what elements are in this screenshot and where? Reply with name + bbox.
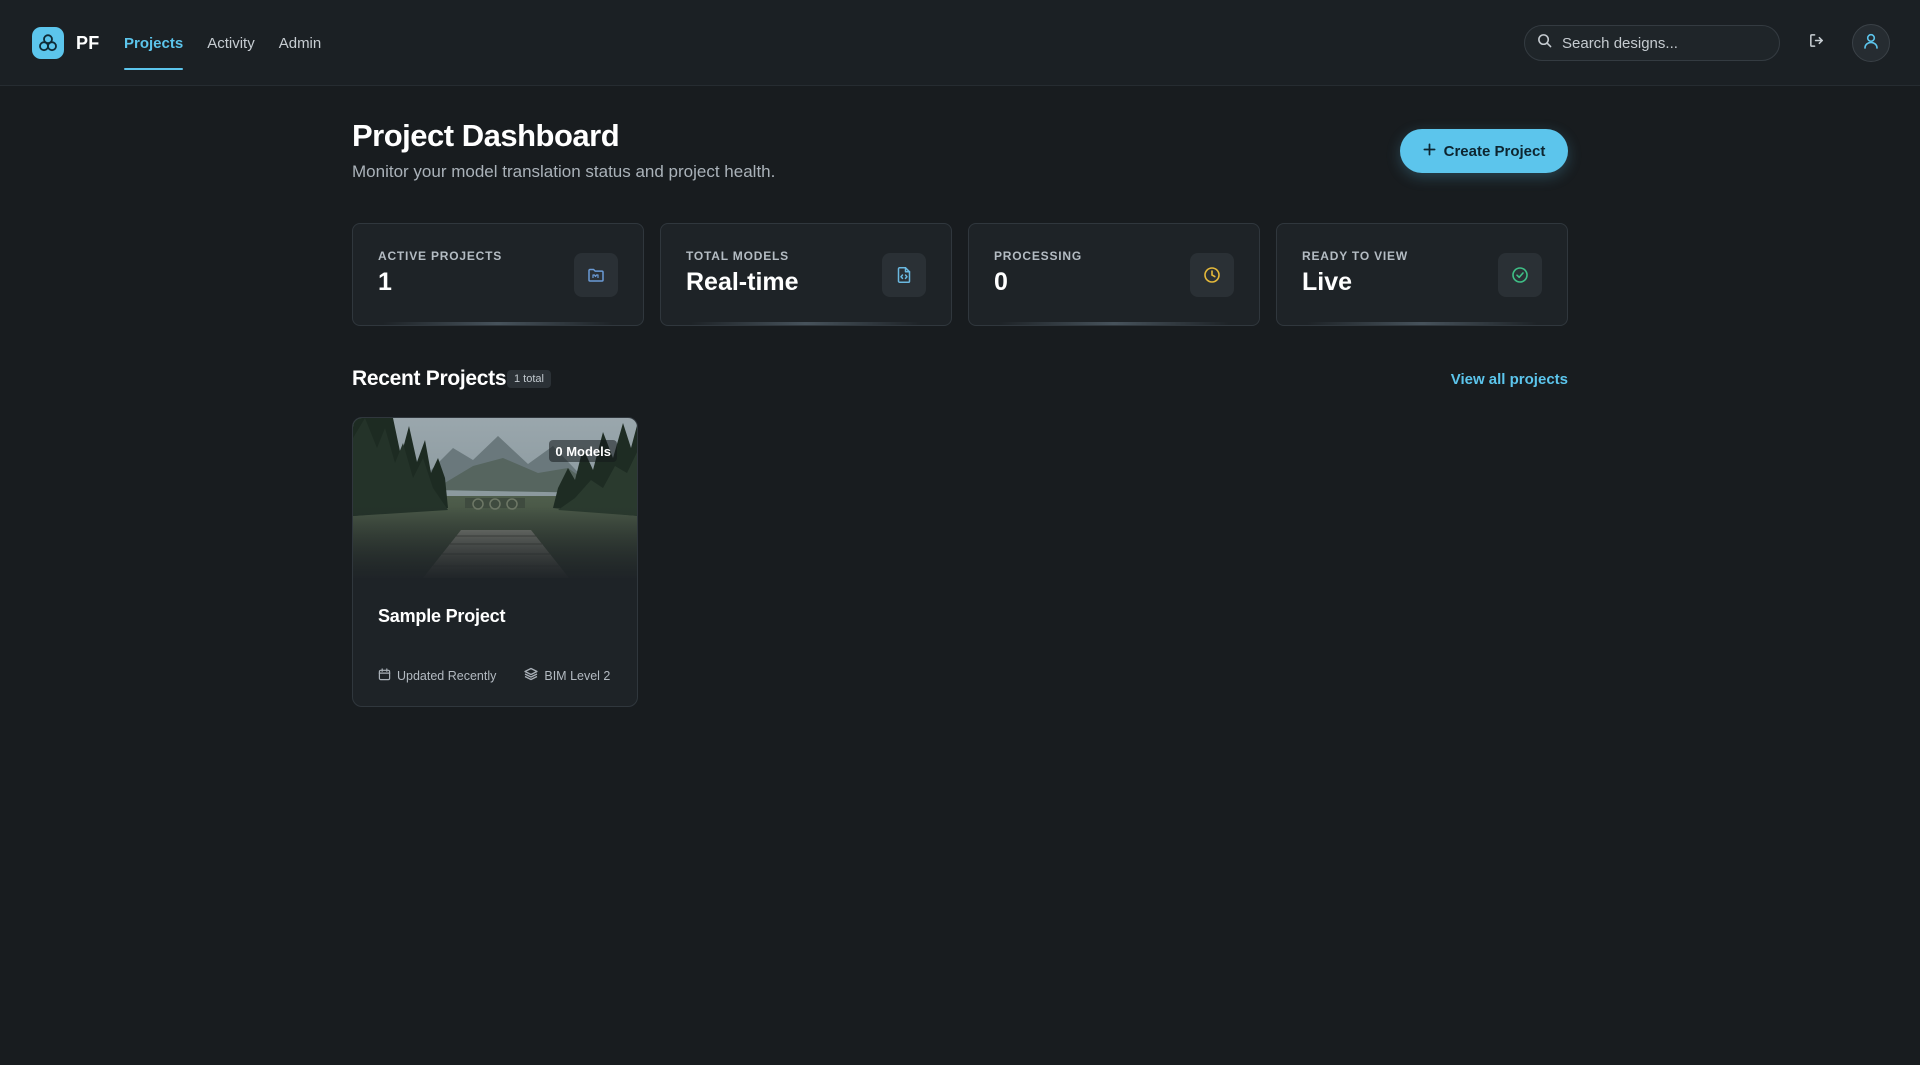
logout-button[interactable] <box>1800 25 1832 61</box>
three-circles-logo-icon <box>32 27 64 59</box>
stat-card-active-projects: ACTIVE PROJECTS 1 <box>352 223 644 326</box>
models-count-badge: 0 Models <box>549 440 617 462</box>
main-nav-tabs: Projects Activity Admin <box>124 0 321 86</box>
stat-card-total-models: TOTAL MODELS Real-time <box>660 223 952 326</box>
stat-value: Live <box>1302 268 1353 296</box>
folder-icon <box>574 253 618 297</box>
search-icon <box>1537 33 1552 53</box>
updated-meta: Updated Recently <box>378 667 496 684</box>
project-name: Sample Project <box>378 606 506 626</box>
stat-value: Real-time <box>686 268 799 296</box>
check-circle-icon <box>1498 253 1542 297</box>
stat-accent-bar <box>383 322 613 325</box>
calendar-icon <box>378 667 391 684</box>
updated-label: Updated Recently <box>397 668 497 683</box>
clock-icon <box>1190 253 1234 297</box>
tab-projects[interactable]: Projects <box>124 0 184 86</box>
stat-label: TOTAL MODELS <box>686 249 789 263</box>
page-title: Project Dashboard <box>352 118 620 153</box>
tab-admin[interactable]: Admin <box>279 0 322 86</box>
view-all-projects-link[interactable]: View all projects <box>1451 371 1568 388</box>
stat-value: 0 <box>994 268 1008 296</box>
plus-icon <box>1423 143 1436 160</box>
stat-card-ready-to-view: READY TO VIEW Live <box>1276 223 1568 326</box>
top-navigation-bar: PF Projects Activity Admin <box>0 0 1920 86</box>
create-project-button[interactable]: Create Project <box>1400 129 1568 173</box>
create-project-label: Create Project <box>1443 142 1546 160</box>
project-card-sample-project[interactable]: 0 Models Sample Project Updated Recently <box>352 417 638 707</box>
user-avatar-button[interactable] <box>1852 24 1890 62</box>
stat-card-processing: PROCESSING 0 <box>968 223 1260 326</box>
search-input[interactable] <box>1562 34 1779 52</box>
stat-label: PROCESSING <box>994 249 1083 263</box>
stat-label: ACTIVE PROJECTS <box>378 249 503 263</box>
logout-icon <box>1808 32 1825 54</box>
page-subtitle: Monitor your model translation status an… <box>352 162 776 181</box>
stat-accent-bar <box>1307 322 1537 325</box>
project-count-badge: 1 total <box>507 370 551 388</box>
bim-level-label: BIM Level 2 <box>544 668 611 683</box>
file-code-icon <box>882 253 926 297</box>
brand-name: PF <box>76 32 100 53</box>
stat-label: READY TO VIEW <box>1302 249 1408 263</box>
project-meta: Updated Recently BIM Level 2 <box>378 667 610 684</box>
bim-level-meta: BIM Level 2 <box>524 667 610 684</box>
search-box[interactable] <box>1524 25 1780 61</box>
user-icon <box>1862 32 1880 55</box>
tab-activity[interactable]: Activity <box>207 0 255 86</box>
brand[interactable]: PF <box>32 27 99 59</box>
recent-projects-heading: Recent Projects <box>352 367 507 390</box>
stat-accent-bar <box>691 322 921 325</box>
stat-accent-bar <box>999 322 1229 325</box>
layers-icon <box>524 667 539 684</box>
stat-value: 1 <box>378 268 392 296</box>
mountain-lake-dock-photo: 0 Models <box>353 418 637 578</box>
stats-row: ACTIVE PROJECTS 1 TOTAL MODELS Real-time <box>352 223 1568 326</box>
